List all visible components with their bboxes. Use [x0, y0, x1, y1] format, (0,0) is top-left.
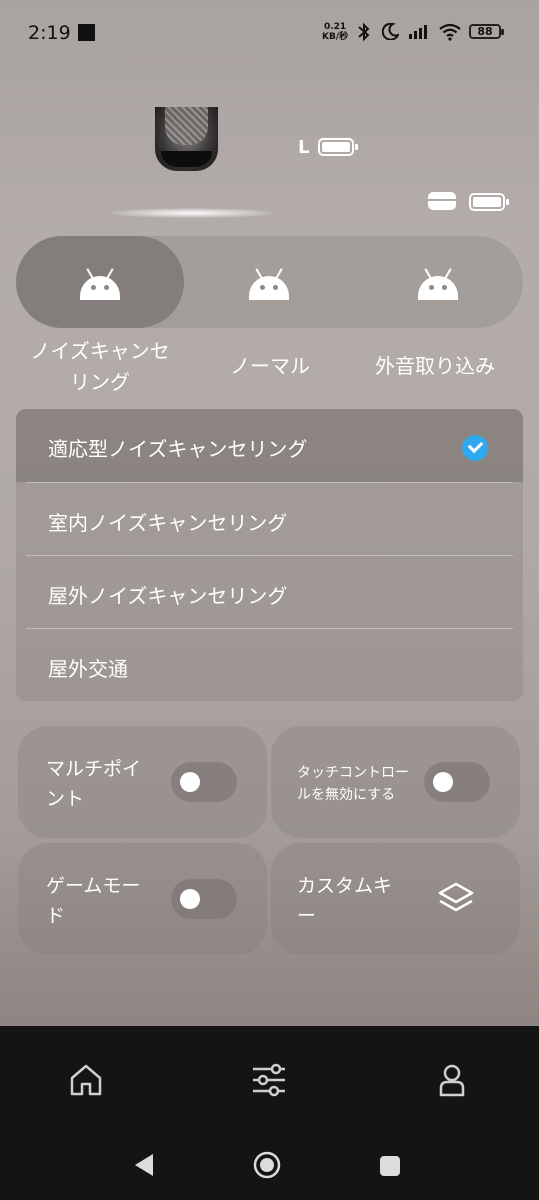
- moon-icon: [382, 23, 399, 40]
- mode-ambient-button[interactable]: [354, 236, 522, 328]
- game-mode-card: ゲームモー ド: [18, 843, 267, 955]
- list-item-indoor[interactable]: 室内ノイズキャンセリング: [16, 483, 523, 556]
- mode-label-normal: ノーマル: [230, 354, 310, 378]
- touch-control-toggle[interactable]: [424, 762, 490, 802]
- list-item-traffic[interactable]: 屋外交通: [16, 629, 523, 701]
- mode-label-noise-cancelling: ノイズキャンセ リング: [30, 339, 170, 394]
- sliders-icon[interactable]: [250, 1062, 288, 1098]
- android-icon: [249, 268, 289, 300]
- network-speed-value: 0.21: [323, 22, 347, 32]
- bluetooth-icon: [358, 22, 370, 42]
- anc-options-list: 適応型ノイズキャンセリング 室内ノイズキャンセリング 屋外ノイズキャンセリング …: [16, 409, 523, 701]
- list-item-outdoor[interactable]: 屋外ノイズキャンセリング: [16, 556, 523, 629]
- stop-icon: [78, 24, 95, 41]
- game-mode-label: ゲームモー ド: [46, 875, 141, 927]
- person-icon[interactable]: [434, 1062, 470, 1098]
- earbud-image: [155, 107, 218, 171]
- back-icon[interactable]: [132, 1152, 158, 1178]
- earbud-side-label: L: [298, 137, 310, 158]
- multipoint-label: マルチポイ ント: [46, 758, 142, 810]
- custom-key-card[interactable]: カスタムキ ー: [271, 843, 520, 955]
- check-icon: [462, 435, 488, 461]
- mode-normal-button[interactable]: [185, 236, 353, 328]
- home-circle-icon[interactable]: [253, 1151, 281, 1179]
- case-icon: [428, 192, 456, 210]
- touch-control-card: タッチコントロー ルを無効にする: [271, 726, 520, 838]
- status-time: 2:19: [28, 22, 71, 44]
- multipoint-toggle[interactable]: [171, 762, 237, 802]
- status-bar: 2:19 0.21 KB/秒 88: [0, 0, 539, 62]
- multipoint-card: マルチポイ ント: [18, 726, 267, 838]
- mode-noise-cancelling-button[interactable]: [16, 236, 184, 328]
- android-icon: [418, 268, 458, 300]
- touch-control-label: タッチコントロー ルを無効にする: [297, 765, 409, 803]
- home-icon[interactable]: [68, 1062, 104, 1098]
- case-battery-icon: [469, 193, 509, 211]
- bottom-navigation: [0, 1026, 539, 1200]
- network-speed: 0.21 KB/秒: [322, 22, 348, 42]
- status-battery: 88: [469, 24, 504, 39]
- android-icon: [80, 268, 120, 300]
- signal-icon: [409, 25, 427, 39]
- earbud-shadow: [108, 208, 276, 218]
- earbud-battery-icon: [318, 138, 358, 156]
- wifi-icon: [439, 23, 461, 41]
- mode-label-ambient: 外音取り込み: [375, 354, 495, 378]
- custom-key-label: カスタムキ ー: [297, 875, 393, 927]
- game-mode-toggle[interactable]: [171, 879, 237, 919]
- recents-icon[interactable]: [379, 1155, 401, 1177]
- list-item-adaptive[interactable]: 適応型ノイズキャンセリング: [16, 409, 523, 482]
- layers-icon: [438, 882, 474, 912]
- network-speed-unit: KB/秒: [322, 32, 349, 42]
